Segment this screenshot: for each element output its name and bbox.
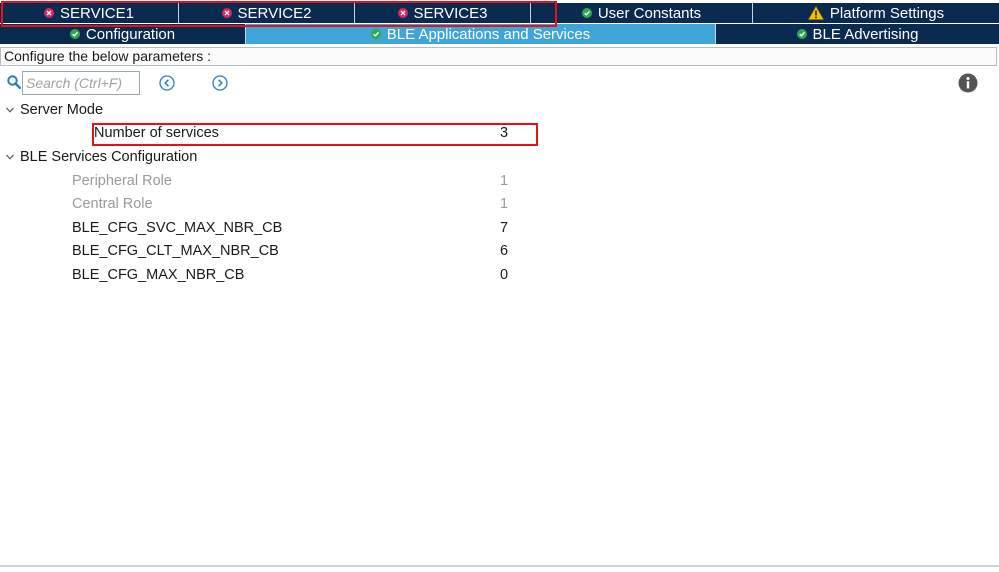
tab-label: User Constants [597,4,702,22]
group-ble-services-configuration[interactable]: BLE Services Configuration [5,146,197,168]
tab-user-constants[interactable]: User Constants [531,3,753,23]
info-icon[interactable] [958,73,978,93]
group-label: BLE Services Configuration [20,149,198,165]
param-number-of-services-value[interactable]: 3 [500,123,508,143]
tab-service1[interactable]: SERVICE1 [0,3,179,23]
tab-label: BLE Advertising [812,25,919,43]
bottom-divider [0,565,999,567]
tab-label: BLE Applications and Services [386,25,591,43]
tab-label: SERVICE2 [237,4,312,22]
tab-service2[interactable]: SERVICE2 [179,3,355,23]
check-circle-icon [581,8,592,18]
chevron-down-icon[interactable] [5,152,15,162]
search-input[interactable] [22,71,140,95]
param-clt-max-nbr-cb-label[interactable]: BLE_CFG_CLT_MAX_NBR_CB [72,241,279,261]
chevron-down-icon[interactable] [5,105,15,115]
tab-configuration[interactable]: Configuration [0,24,246,44]
error-circle-icon [44,8,55,18]
tab-ble-advertising[interactable]: BLE Advertising [716,24,999,44]
param-max-nbr-cb-label[interactable]: BLE_CFG_MAX_NBR_CB [72,265,244,285]
tab-service3[interactable]: SERVICE3 [355,3,531,23]
error-circle-icon [397,8,408,18]
chevron-left-circle-icon[interactable] [159,75,175,91]
check-circle-icon [69,29,80,39]
group-label: Server Mode [20,102,104,118]
tab-row-top: SERVICE1 SERVICE2 SERVICE3 User Constant… [0,3,999,23]
tab-label: SERVICE1 [60,4,134,22]
param-number-of-services-label[interactable]: Number of services [94,123,219,143]
group-server-mode[interactable]: Server Mode [5,99,103,121]
tab-ble-applications-and-services[interactable]: BLE Applications and Services [246,24,716,44]
warning-triangle-icon [807,6,824,20]
chevron-right-circle-icon[interactable] [212,75,228,91]
param-central-role-label: Central Role [72,196,153,212]
check-circle-icon [370,29,381,39]
param-max-nbr-cb-value[interactable]: 0 [500,265,508,285]
tab-label: Configuration [85,25,176,43]
tab-label: Platform Settings [829,4,945,22]
param-peripheral-role-value: 1 [500,173,509,189]
param-svc-max-nbr-cb-label[interactable]: BLE_CFG_SVC_MAX_NBR_CB [72,218,282,238]
tab-platform-settings[interactable]: Platform Settings [753,3,999,23]
error-circle-icon [221,8,232,18]
param-peripheral-role-label: Peripheral Role [72,173,172,189]
param-central-role-value: 1 [500,196,509,212]
tab-label: SERVICE3 [413,4,488,22]
config-title: Configure the below parameters : [0,47,997,66]
param-clt-max-nbr-cb-value[interactable]: 6 [500,241,508,261]
check-circle-icon [796,29,807,39]
tab-row-bottom: Configuration BLE Applications and Servi… [0,24,999,44]
param-svc-max-nbr-cb-value[interactable]: 7 [500,218,508,238]
search-icon [7,75,21,89]
